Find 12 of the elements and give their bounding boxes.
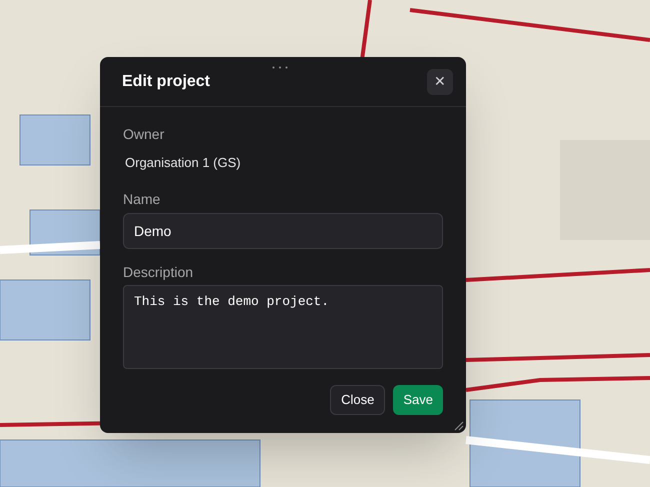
owner-label: Owner <box>123 126 166 142</box>
name-field[interactable]: Demo <box>123 213 443 249</box>
resize-handle-icon[interactable] <box>452 419 464 431</box>
description-label: Description <box>123 264 194 280</box>
close-button[interactable]: Close <box>330 385 386 415</box>
description-field[interactable]: This is the demo project. <box>123 285 443 369</box>
owner-value: Organisation 1 (GS) <box>125 155 242 171</box>
drag-handle-icon[interactable] <box>272 66 288 69</box>
close-button[interactable]: ✕ <box>427 68 453 94</box>
save-button[interactable]: Save <box>393 385 443 415</box>
dialog-title: Edit project <box>122 72 210 92</box>
name-label: Name <box>123 191 162 207</box>
